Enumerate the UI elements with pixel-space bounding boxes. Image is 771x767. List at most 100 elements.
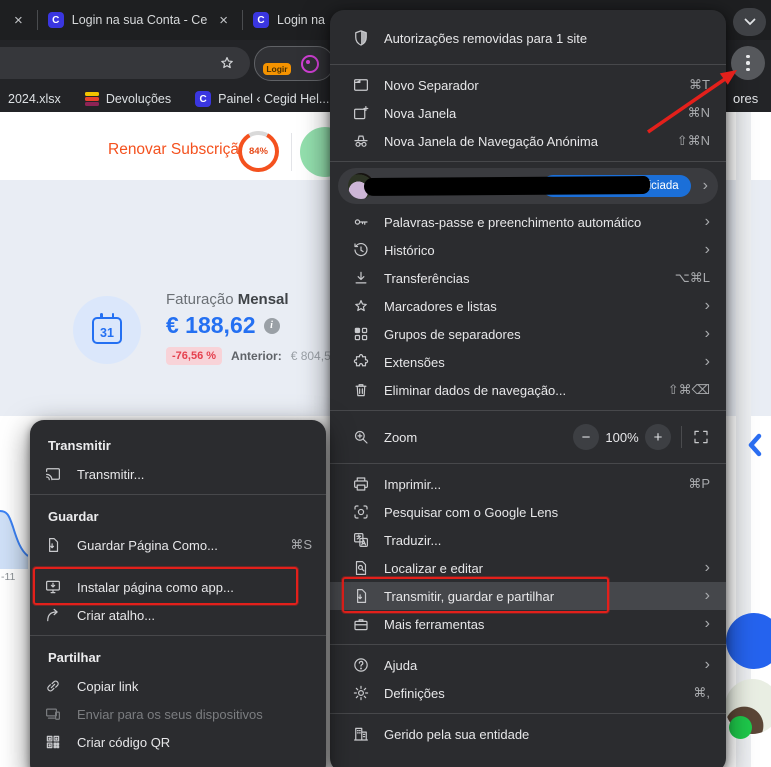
zoom-out-button[interactable]: − bbox=[573, 424, 599, 450]
menu-item-pesquisar-com-o-google-lens[interactable]: Pesquisar com o Google Lens bbox=[330, 498, 726, 526]
menu-divider bbox=[330, 410, 726, 411]
pink-extension-icon[interactable] bbox=[301, 55, 319, 73]
menu-item-imprimir[interactable]: Imprimir...⌘P bbox=[330, 470, 726, 498]
menu-item-label: Nova Janela de Navegação Anónima bbox=[384, 134, 665, 149]
menu-item-mais-ferramentas[interactable]: Mais ferramentas › bbox=[330, 610, 726, 638]
menu-item-autorizacoes-removidas-para-1-site[interactable]: Autorizações removidas para 1 site bbox=[330, 18, 726, 58]
menu-item-label: Mais ferramentas bbox=[384, 617, 693, 632]
tab-title: Login na bbox=[277, 13, 325, 27]
cegid-favicon: C bbox=[48, 12, 64, 28]
menu-item-localizar-e-editar[interactable]: Localizar e editar› bbox=[330, 554, 726, 582]
menu-divider bbox=[330, 64, 726, 65]
tab-close-icon[interactable]: × bbox=[10, 11, 27, 30]
menu-item-label: Nova Janela bbox=[384, 106, 676, 121]
submenu-header-guardar: Guardar bbox=[30, 501, 326, 531]
devices-icon bbox=[44, 705, 62, 723]
menu-item-label: Gerido pela sua entidade bbox=[384, 727, 710, 742]
bookmark-2024-xlsx[interactable]: 2024.xlsx bbox=[8, 92, 61, 106]
line-chart-fragment bbox=[0, 497, 28, 569]
menu-item-guardar-pagina-como[interactable]: Guardar Página Como...⌘S bbox=[30, 531, 326, 559]
bookmark-painel-cegid-hel[interactable]: CPainel ‹ Cegid Hel... bbox=[195, 91, 329, 107]
menu-item-transmitir[interactable]: Transmitir... bbox=[30, 460, 326, 488]
login-extension-icon[interactable]: Logir bbox=[269, 55, 286, 72]
bookmarks-overflow-label: ores bbox=[733, 91, 758, 106]
menu-item-grupos-de-separadores[interactable]: Grupos de separadores› bbox=[330, 320, 726, 348]
menu-item-label: Transferências bbox=[384, 271, 663, 286]
tab-title: Login na sua Conta - Ce bbox=[72, 13, 208, 27]
menu-item-label: Criar código QR bbox=[77, 735, 312, 750]
extensions-icon bbox=[352, 353, 370, 371]
menu-item-label: Criar atalho... bbox=[77, 608, 312, 623]
bookmark-label: 2024.xlsx bbox=[8, 92, 61, 106]
zoom-label: Zoom bbox=[384, 430, 573, 445]
fullscreen-icon[interactable] bbox=[692, 428, 710, 446]
menu-item-label: Enviar para os seus dispositivos bbox=[77, 707, 312, 722]
profile-menu-item[interactable]: o tem sessão iniciada› bbox=[338, 168, 718, 204]
chevron-right-icon: › bbox=[705, 588, 710, 604]
metric-amount: € 188,62 bbox=[166, 312, 256, 339]
menu-item-historico[interactable]: Histórico› bbox=[330, 236, 726, 264]
menu-divider bbox=[30, 635, 326, 636]
translate-icon bbox=[352, 531, 370, 549]
chevron-right-icon: › bbox=[705, 616, 710, 632]
menu-item-extensoes[interactable]: Extensões› bbox=[330, 348, 726, 376]
submenu-header-transmitir: Transmitir bbox=[30, 430, 326, 460]
menu-item-transmitir-guardar-e-partilhar[interactable]: Transmitir, guardar e partilhar› bbox=[330, 582, 726, 610]
menu-item-criar-atalho[interactable]: Criar atalho... bbox=[30, 601, 326, 629]
menu-item-marcadores-e-listas[interactable]: Marcadores e listas› bbox=[330, 292, 726, 320]
install-app-icon bbox=[44, 578, 62, 596]
menu-item-label: Extensões bbox=[384, 355, 693, 370]
address-bar[interactable] bbox=[0, 47, 250, 79]
find-edit-icon bbox=[352, 559, 370, 577]
bookmark-devolucoes[interactable]: Devoluções bbox=[85, 92, 171, 107]
tab[interactable]: C Login na sua Conta - Ce × bbox=[38, 0, 242, 40]
menu-item-novo-separador[interactable]: Novo Separador⌘T bbox=[330, 71, 726, 99]
tab-close-icon[interactable]: × bbox=[215, 11, 232, 30]
shortcut-arrow-icon bbox=[44, 606, 62, 624]
menu-item-label: Localizar e editar bbox=[384, 561, 693, 576]
extension-badge: Logir bbox=[263, 63, 290, 75]
menu-item-label: Transmitir... bbox=[77, 467, 312, 482]
collapse-chevron-icon[interactable] bbox=[747, 431, 763, 464]
tab[interactable]: CLogin na bbox=[243, 0, 335, 40]
chat-fab-button[interactable] bbox=[726, 613, 771, 669]
chevron-right-icon: › bbox=[705, 214, 710, 230]
extensions-pill: Logir bbox=[254, 46, 334, 81]
menu-item-criar-codigo-qr[interactable]: Criar código QR bbox=[30, 728, 326, 756]
zoom-in-button[interactable]: + bbox=[645, 424, 671, 450]
shortcut-label: ⇧⌘N bbox=[677, 133, 710, 149]
info-icon[interactable]: i bbox=[264, 318, 280, 334]
menu-item-traduzir[interactable]: Traduzir... bbox=[330, 526, 726, 554]
menu-item-eliminar-dados-de-navegacao[interactable]: Eliminar dados de navegação...⇧⌘⌫ bbox=[330, 376, 726, 404]
help-icon bbox=[352, 656, 370, 674]
cegid-favicon: C bbox=[195, 91, 211, 107]
menu-item-ajuda[interactable]: Ajuda› bbox=[330, 651, 726, 679]
cast-save-share-submenu: Transmitir Transmitir... GuardarGuardar Pá… bbox=[30, 420, 326, 767]
menu-item-label: Ajuda bbox=[384, 658, 693, 673]
toolbox-icon bbox=[352, 615, 370, 633]
renew-subscription-link[interactable]: Renovar Subscrição bbox=[108, 141, 248, 159]
bookmark-star-icon[interactable] bbox=[218, 54, 236, 77]
menu-divider bbox=[330, 161, 726, 162]
menu-item-nova-janela[interactable]: Nova Janela⌘N bbox=[330, 99, 726, 127]
menu-item-palavras-passe-e-preenchimento-automatico[interactable]: Palavras-passe e preenchimento automátic… bbox=[330, 208, 726, 236]
menu-item-label: Instalar página como app... bbox=[77, 580, 312, 595]
key-icon bbox=[352, 213, 370, 231]
browser-menu-button[interactable] bbox=[731, 46, 765, 80]
menu-divider bbox=[330, 713, 726, 714]
tab-groups-icon bbox=[352, 325, 370, 343]
previous-label: Anterior: bbox=[231, 349, 282, 363]
gear-icon bbox=[352, 684, 370, 702]
menu-item-transferencias[interactable]: Transferências⌥⌘L bbox=[330, 264, 726, 292]
shortcut-label: ⇧⌘⌫ bbox=[668, 382, 710, 398]
browser-main-menu: Autorizações removidas para 1 site Novo S… bbox=[330, 10, 726, 767]
menu-item-gerido-pela-sua-entidade[interactable]: Gerido pela sua entidade bbox=[330, 720, 726, 748]
menu-item-label: Autorizações removidas para 1 site bbox=[384, 31, 710, 46]
tab[interactable]: × bbox=[0, 0, 37, 40]
tab-search-button[interactable] bbox=[733, 8, 766, 36]
menu-item-definicoes[interactable]: Definições⌘, bbox=[330, 679, 726, 707]
menu-item-nova-janela-de-navegacao-anonima[interactable]: Nova Janela de Navegação Anónima ⇧⌘N bbox=[330, 127, 726, 155]
menu-item-instalar-pagina-como-app[interactable]: Instalar página como app... bbox=[30, 573, 326, 601]
menu-item-copiar-link[interactable]: Copiar link bbox=[30, 672, 326, 700]
menu-item-label: Novo Separador bbox=[384, 78, 677, 93]
